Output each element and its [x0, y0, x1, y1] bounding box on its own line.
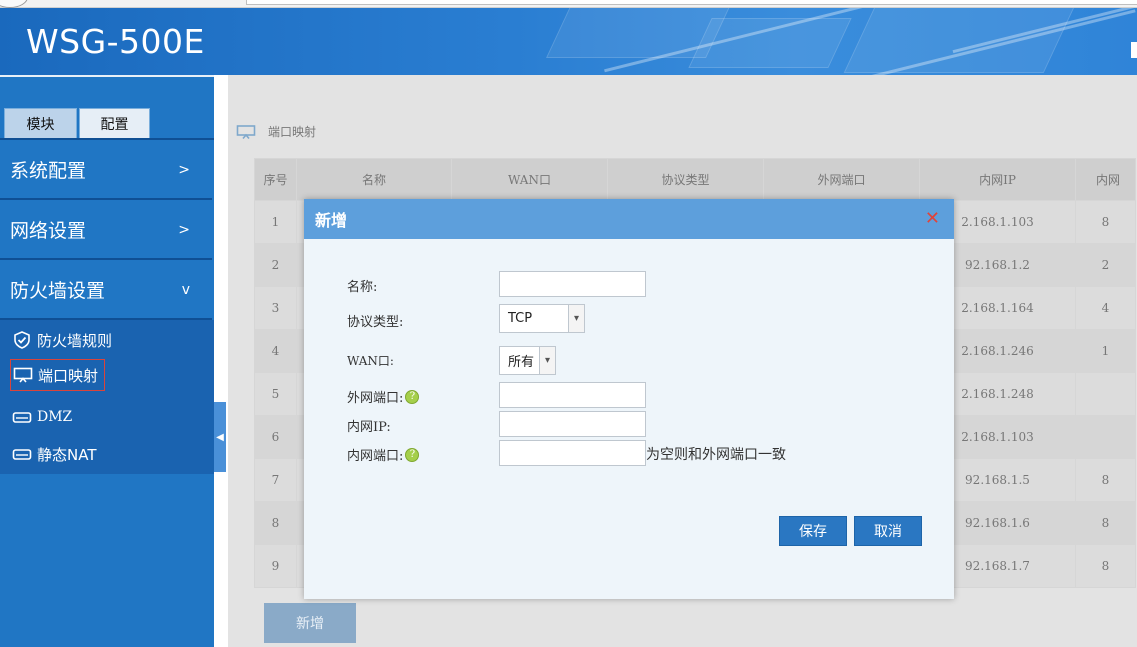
chevron-right-icon: > [178, 221, 190, 238]
breadcrumb: 端口映射 [236, 123, 316, 140]
submenu-label: DMZ [37, 409, 73, 425]
wan-label: WAN口: [347, 354, 394, 368]
menu-label: 系统配置 [10, 160, 87, 182]
menu-label: 防火墙设置 [10, 280, 106, 302]
chevron-down-icon: ▾ [539, 347, 555, 374]
breadcrumb-label: 端口映射 [268, 125, 317, 139]
help-icon[interactable]: ? [405, 389, 420, 404]
monitor-icon [236, 124, 256, 139]
add-button[interactable]: 新增 [264, 603, 356, 643]
menu-system-config[interactable]: 系统配置 > [0, 141, 212, 200]
router-icon [12, 408, 32, 426]
column-header: 内网IP [919, 158, 1076, 201]
column-header: 序号 [254, 158, 297, 201]
submenu-firewall-rules[interactable]: 防火墙规则 [12, 324, 112, 356]
column-header: WAN口 [451, 158, 608, 201]
column-header: 协议类型 [607, 158, 764, 201]
chevron-left-icon: ◀ [216, 431, 224, 443]
protocol-label: 协议类型: [347, 315, 404, 330]
dialog-title: 新增 [315, 211, 348, 230]
chevron-down-icon: v [181, 281, 190, 298]
firewall-submenu: 防火墙规则 端口映射 DMZ 静态NAT [0, 320, 214, 474]
int-port-label: 内网端口: ? [347, 445, 420, 464]
browser-top-strip [0, 0, 1137, 8]
browser-button[interactable] [0, 0, 28, 8]
sidebar-collapse-handle[interactable]: ◀ [214, 402, 226, 472]
menu-network-settings[interactable]: 网络设置 > [0, 201, 212, 260]
name-label: 名称: [347, 280, 378, 295]
header-edge-mark [1131, 42, 1137, 58]
shield-icon [12, 331, 32, 349]
tab-config[interactable]: 配置 [79, 108, 150, 139]
column-header: 外网端口 [763, 158, 920, 201]
column-header: 名称 [296, 158, 452, 201]
int-ip-label: 内网IP: [347, 420, 391, 435]
wan-select[interactable]: 所有 ▾ [499, 346, 556, 375]
column-header: 内网 [1075, 158, 1136, 201]
submenu-dmz[interactable]: DMZ [12, 401, 72, 433]
name-input[interactable] [499, 271, 646, 297]
submenu-label: 防火墙规则 [37, 331, 113, 350]
product-title: WSG-500E [26, 22, 205, 61]
add-dialog: 新增 ✕ 名称: 协议类型: TCP ▾ WAN口: 所有 ▾ 外网端口: ? … [304, 199, 954, 599]
sidebar: 模块 配置 系统配置 > 网络设置 > 防火墙设置 v 防火墙规则 端口映射 D… [0, 75, 214, 647]
app-header: WSG-500E [0, 8, 1137, 75]
menu-label: 网络设置 [10, 220, 87, 242]
cancel-button[interactable]: 取消 [854, 516, 922, 546]
address-bar[interactable] [246, 0, 1137, 5]
int-port-input[interactable] [499, 440, 646, 466]
monitor-icon [13, 366, 33, 384]
int-ip-input[interactable] [499, 411, 646, 437]
submenu-port-mapping[interactable]: 端口映射 [10, 359, 106, 391]
int-port-hint: 为空则和外网端口一致 [646, 447, 786, 463]
router-icon [12, 445, 32, 463]
protocol-value: TCP [508, 311, 533, 326]
tab-modules[interactable]: 模块 [4, 108, 77, 139]
save-button[interactable]: 保存 [779, 516, 847, 546]
close-icon[interactable]: ✕ [925, 208, 940, 229]
submenu-label: 静态NAT [37, 445, 97, 464]
dialog-header: 新增 ✕ [304, 199, 954, 239]
protocol-select[interactable]: TCP ▾ [499, 304, 585, 333]
submenu-static-nat[interactable]: 静态NAT [12, 438, 96, 470]
wan-value: 所有 [508, 355, 535, 370]
ext-port-input[interactable] [499, 382, 646, 408]
help-icon[interactable]: ? [405, 447, 420, 462]
chevron-down-icon: ▾ [568, 305, 584, 332]
chevron-right-icon: > [178, 161, 190, 178]
menu-firewall-settings[interactable]: 防火墙设置 v [0, 261, 212, 320]
submenu-label: 端口映射 [38, 366, 99, 385]
ext-port-label: 外网端口: ? [347, 387, 420, 406]
